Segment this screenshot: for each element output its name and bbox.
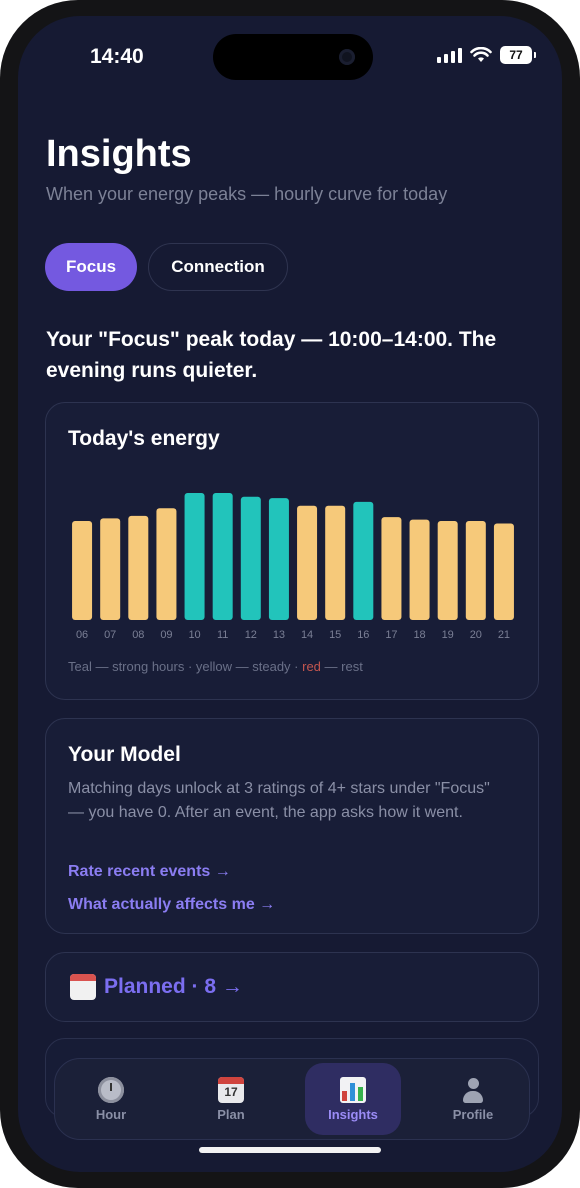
tab-profile-label: Profile: [452, 1106, 494, 1122]
tab-insights[interactable]: Insights: [305, 1063, 401, 1135]
status-icons: 77: [437, 46, 536, 64]
energy-bar-18: [409, 519, 430, 620]
energy-bar-07: [100, 518, 121, 620]
tab-profile[interactable]: Profile: [425, 1063, 521, 1135]
energy-chart-svg: 06 07 08 09 10 11 12 13 14 15 16 17 18 19 20 21: [72, 493, 514, 641]
page-subtitle: When your energy peaks — hourly curve fo…: [46, 184, 448, 204]
clock-icon: [98, 1076, 124, 1103]
energy-bar-19: [437, 520, 458, 620]
model-description: Matching days unlock at 3 ratings of 4+ …: [68, 780, 490, 821]
hour-tick-label: 12: [245, 629, 257, 641]
battery-icon: 77: [500, 46, 536, 64]
hour-tick-label: 16: [357, 629, 369, 641]
chip-connection[interactable]: Connection: [148, 243, 288, 291]
energy-bar-14: [297, 505, 318, 620]
tab-hour-label: Hour: [95, 1106, 127, 1122]
planned-row: Planned · 8 →: [70, 974, 243, 1000]
energy-bar-11: [212, 493, 233, 620]
app-screen: 14:40 77 Insights When your energy peaks…: [18, 16, 562, 1172]
hour-tick-label: 06: [76, 629, 88, 641]
hour-tick-label: 07: [104, 629, 116, 641]
energy-bar-17: [381, 517, 402, 620]
legend-teal: Teal — strong hours: [68, 659, 185, 674]
hour-tick-label: 13: [273, 629, 285, 641]
tab-plan-label: Plan: [217, 1106, 245, 1122]
legend-separator: ·: [184, 659, 196, 674]
home-indicator[interactable]: [199, 1147, 381, 1153]
user-icon: [460, 1077, 486, 1103]
legend-yellow: yellow — steady: [195, 659, 291, 674]
planned-label: Planned · 8 →: [104, 975, 243, 998]
calendar-day: 17: [224, 1084, 238, 1099]
model-card-title: Your Model: [68, 743, 181, 766]
legend-red: red: [302, 659, 321, 674]
hour-tick-label: 11: [217, 629, 228, 641]
energy-bar-13: [268, 498, 289, 620]
dynamic-island: [213, 34, 373, 80]
calendar-icon: [70, 974, 96, 1000]
tab-insights-label: Insights: [328, 1106, 378, 1122]
energy-bar-10: [184, 493, 205, 620]
hour-tick-label: 15: [329, 629, 341, 641]
energy-bar-20: [465, 520, 486, 620]
energy-card-title: Today's energy: [68, 427, 220, 450]
hour-tick-label: 14: [301, 629, 313, 641]
chip-focus[interactable]: Focus: [45, 243, 137, 291]
wifi-icon: [470, 47, 492, 62]
energy-bar-12: [240, 496, 261, 620]
hour-tick-label: 19: [442, 629, 454, 641]
hour-tick-label: 08: [132, 629, 144, 641]
energy-chart: 06 07 08 09 10 11 12 13 14 15 16 17 18 19 20 21: [68, 493, 518, 643]
energy-bar-16: [353, 501, 374, 620]
page-title: Insights: [46, 133, 192, 175]
what-affects-me-link[interactable]: What actually affects me →: [68, 896, 275, 914]
legend-rest: — rest: [320, 659, 363, 674]
rate-recent-events-link[interactable]: Rate recent events →: [68, 863, 231, 881]
hour-tick-label: 17: [385, 629, 397, 641]
energy-bar-15: [325, 505, 346, 620]
planned-card[interactable]: Planned · 8 →: [45, 952, 539, 1022]
energy-bar-06: [72, 520, 93, 620]
calendar-icon: 17: [218, 1076, 244, 1103]
phone-frame: 14:40 77 Insights When your energy peaks…: [0, 0, 580, 1188]
legend-separator: ·: [290, 659, 303, 674]
energy-bar-21: [493, 523, 514, 620]
hour-tick-label: 18: [413, 629, 425, 641]
cellular-signal-icon: [437, 47, 462, 63]
hour-tick-label: 20: [470, 629, 482, 641]
status-time: 14:40: [90, 45, 144, 68]
energy-card: Today's energy 06 07 08 09 10 11 12 13 14 15 16 17 1…: [45, 402, 539, 700]
camera-icon: [339, 49, 355, 65]
tab-bar: Hour 17 Plan Insights Profile: [54, 1058, 530, 1140]
model-card: Your Model Matching days unlock at 3 rat…: [45, 718, 539, 934]
energy-legend: Teal — strong hours · yellow — steady · …: [68, 659, 363, 674]
hour-tick-label: 09: [160, 629, 172, 641]
tab-plan[interactable]: 17 Plan: [183, 1063, 279, 1135]
hour-tick-label: 10: [188, 629, 200, 641]
tab-hour[interactable]: Hour: [63, 1063, 159, 1135]
energy-bar-09: [156, 508, 177, 620]
energy-bar-08: [128, 515, 149, 620]
bar-chart-icon: [340, 1076, 366, 1103]
peak-summary: Your "Focus" peak today — 10:00–14:00. T…: [46, 328, 497, 382]
hour-tick-label: 21: [498, 629, 510, 641]
